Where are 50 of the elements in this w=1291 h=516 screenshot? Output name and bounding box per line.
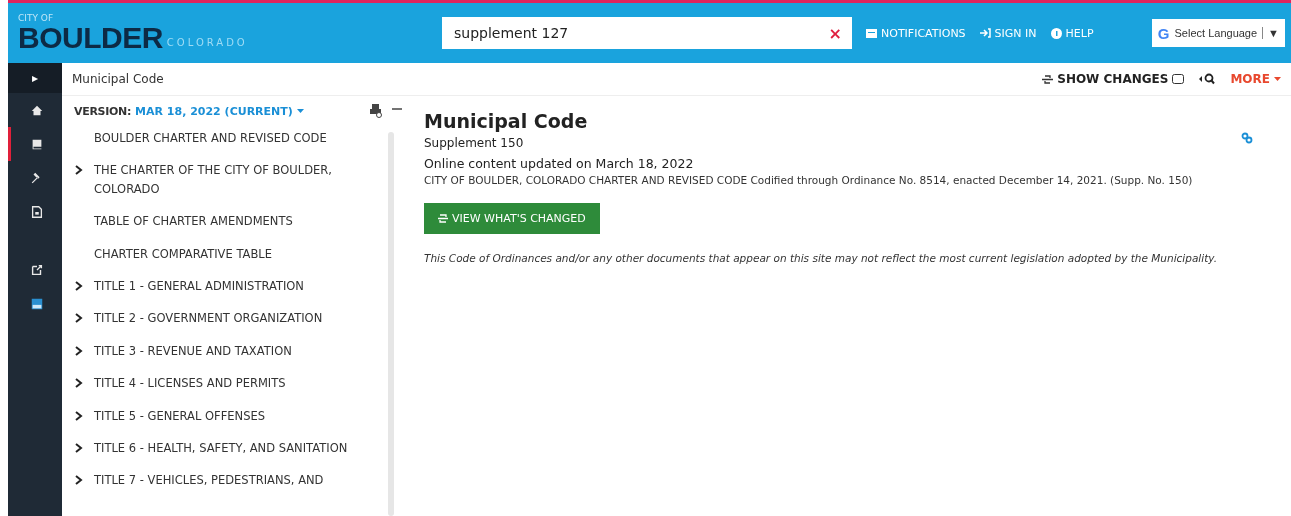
chevron-icon xyxy=(74,280,84,291)
document-icon xyxy=(29,205,44,219)
chevron-icon xyxy=(74,475,84,486)
search-icon[interactable] xyxy=(1198,73,1217,85)
chevron-icon xyxy=(74,165,84,176)
tree-item[interactable]: TITLE 1 - GENERAL ADMINISTRATION xyxy=(74,269,364,303)
caret-icon xyxy=(1274,77,1281,81)
logo-text: BOULDER xyxy=(18,22,163,53)
supplement-text: Supplement 150 xyxy=(424,136,524,150)
show-changes-button[interactable]: SHOW CHANGES xyxy=(1042,72,1185,86)
help-icon xyxy=(1050,27,1062,39)
tree-item[interactable]: TITLE 2 - GOVERNMENT ORGANIZATION xyxy=(74,302,364,335)
sign-in-icon xyxy=(979,28,991,38)
search-field[interactable]: supplement 127 × xyxy=(442,17,852,49)
view-changes-button[interactable]: VIEW WHAT'S CHANGED xyxy=(424,202,600,234)
logo-text: COLORADO xyxy=(166,37,248,50)
codified-text: CITY OF BOULDER, COLORADO CHARTER AND REVISED CODE Codified through Ordinance No. 8514, enacted December 14, 2021. (Supp. No. 150) xyxy=(424,173,1193,188)
updated-text: Online content updated on March 18, 2022 xyxy=(424,156,694,171)
caret-icon xyxy=(296,109,304,113)
strikethrough-icon xyxy=(1042,73,1054,85)
chevron-icon xyxy=(74,442,84,453)
tree-item[interactable]: TABLE OF CHARTER AMENDMENTS xyxy=(74,205,364,238)
chevron-icon xyxy=(74,345,84,356)
more-menu[interactable]: MORE xyxy=(1230,72,1281,86)
document-title: Municipal Code xyxy=(424,110,589,132)
version-dropdown[interactable]: MAR 18, 2022 (CURRENT) xyxy=(135,104,304,118)
chevron-icon xyxy=(74,313,84,324)
language-select[interactable]: G Select Language ▼ xyxy=(1151,19,1285,47)
tree-item[interactable]: TITLE 5 - GENERAL OFFENSES xyxy=(74,399,364,432)
disclaimer-text: This Code of Ordinances and/or any other documents that appear on this site may not reflect the most current legislation adopted by the Municipality. xyxy=(424,250,1219,266)
external-icon xyxy=(29,263,44,277)
clear-icon[interactable]: × xyxy=(828,23,842,43)
strikethrough-icon xyxy=(438,212,448,224)
tree-item[interactable]: CHARTER COMPARATIVE TABLE xyxy=(74,237,364,270)
tree-item[interactable]: TITLE 4 - LICENSES AND PERMITS xyxy=(74,367,364,400)
tree-item[interactable]: TITLE 6 - HEALTH, SAFETY, AND SANITATION xyxy=(74,431,364,465)
tree-item[interactable]: TITLE 3 - REVENUE AND TAXATION xyxy=(74,334,364,368)
home-icon xyxy=(29,103,44,117)
print-icon[interactable] xyxy=(370,104,382,118)
breadcrumb[interactable]: Municipal Code xyxy=(72,72,164,86)
link-icon[interactable] xyxy=(1241,132,1253,144)
tree-item[interactable]: THE CHARTER OF THE CITY OF BOULDER, COLORADO xyxy=(74,154,364,206)
tree-item[interactable]: BOULDER CHARTER AND REVISED CODE xyxy=(74,122,364,155)
chevron-icon xyxy=(74,410,84,421)
logo-text: CITY OF xyxy=(18,13,55,23)
version-label: VERSION: xyxy=(74,104,132,118)
expand-toggle[interactable]: ▸ xyxy=(8,63,62,93)
tree-item[interactable]: TITLE 7 - VEHICLES, PEDESTRIANS, AND xyxy=(74,464,364,497)
scrollbar[interactable] xyxy=(388,132,394,516)
chevron-icon xyxy=(74,378,84,389)
